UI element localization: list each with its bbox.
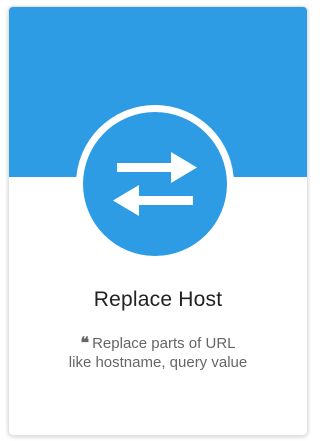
description-line-2: like hostname, query value [68, 354, 248, 371]
description-line-1: Replace parts of URL [92, 335, 236, 352]
card-title: Replace Host [93, 288, 223, 311]
card-description: ❝ Replace parts of URL like hostname, que… [29, 333, 287, 372]
icon-circle [83, 112, 227, 256]
icon-badge [76, 105, 234, 263]
replace-host-card[interactable]: Replace Host ❝ Replace parts of URL like … [8, 6, 308, 436]
swap-arrows-icon [113, 152, 197, 216]
quote-icon: ❝ [80, 333, 90, 352]
